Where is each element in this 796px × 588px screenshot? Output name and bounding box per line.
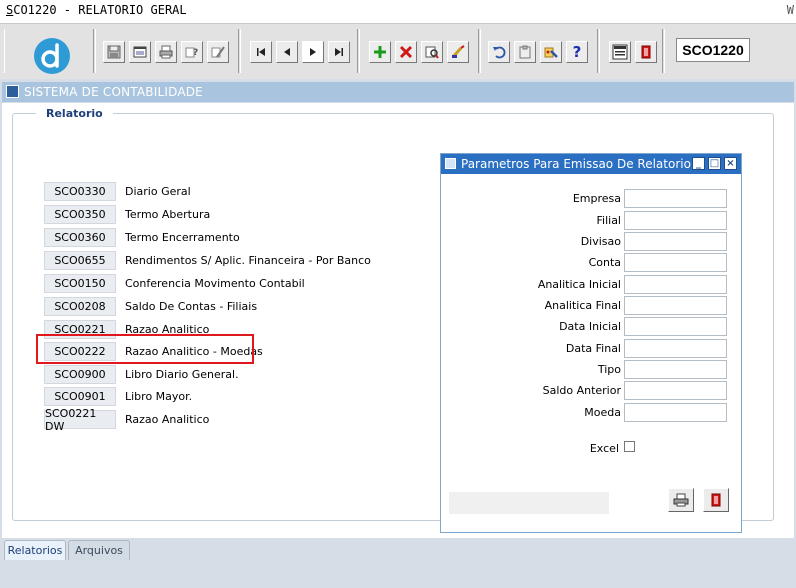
toolbar-group-navigation <box>240 29 358 73</box>
svg-text:?: ? <box>193 48 198 58</box>
dialog-footer-bar <box>449 492 609 514</box>
report-label: Libro Mayor. <box>125 390 193 403</box>
report-button[interactable]: SCO0350 <box>44 205 116 224</box>
parameter-input[interactable] <box>624 360 727 379</box>
report-button[interactable]: SCO0901 <box>44 387 116 406</box>
maximize-icon[interactable]: □ <box>708 157 721 170</box>
query-record-icon[interactable] <box>421 41 443 63</box>
main-toolbar: ? ? SCO1220 <box>0 23 796 80</box>
parameters-dialog: Parametros Para Emissao De Relatorio _ □… <box>440 153 742 533</box>
report-label: Diario Geral <box>125 185 191 198</box>
report-label: Termo Abertura <box>125 208 211 221</box>
save-icon[interactable] <box>103 41 125 63</box>
report-button[interactable]: SCO0150 <box>44 274 116 293</box>
report-button[interactable]: SCO0900 <box>44 365 116 384</box>
parameter-label: Moeda <box>584 406 621 419</box>
parameter-label: Filial <box>596 214 622 227</box>
parameter-input[interactable] <box>624 253 727 272</box>
report-button[interactable]: SCO0221 DW <box>44 407 116 433</box>
parameter-label: Analitica Inicial <box>537 278 621 291</box>
parameter-input[interactable] <box>624 381 727 400</box>
window-titlebar: SCO1220 - RELATORIO GERAL W <box>0 0 796 22</box>
dialog-titlebar[interactable]: Parametros Para Emissao De Relatorio _ □… <box>441 154 741 174</box>
toolbar-group-exit <box>599 29 663 73</box>
tab-strip: Relatorios Arquivos <box>0 539 796 561</box>
parameter-label: Empresa <box>572 192 621 205</box>
prev-record-icon[interactable] <box>276 41 298 63</box>
toolbar-group-edit: ? <box>480 29 598 73</box>
undo-icon[interactable] <box>488 41 510 63</box>
delete-record-icon[interactable] <box>395 41 417 63</box>
app-window-title: SISTEMA DE CONTABILIDADE <box>24 85 203 99</box>
parameter-input[interactable] <box>624 211 727 230</box>
menu-icon[interactable] <box>609 41 631 63</box>
exit-icon[interactable] <box>635 41 657 63</box>
parameter-input[interactable] <box>624 317 727 336</box>
report-frame-label: Relatorio <box>36 107 113 120</box>
main-panel: Relatorio SCO0330 Diario Geral SCO0350 Term… <box>2 103 794 538</box>
help-query-icon[interactable]: ? <box>181 41 203 63</box>
app-logo <box>33 37 71 75</box>
tab-arquivos[interactable]: Arquivos <box>68 540 130 560</box>
print-report-button[interactable] <box>668 488 694 512</box>
excel-label: Excel <box>589 442 619 455</box>
report-label: Termo Encerramento <box>125 231 240 244</box>
tools-icon[interactable] <box>540 41 562 63</box>
report-button[interactable]: SCO0208 <box>44 297 116 316</box>
last-record-icon[interactable] <box>328 41 350 63</box>
help-icon[interactable]: ? <box>566 41 588 63</box>
parameter-input[interactable] <box>624 339 727 358</box>
paste-icon[interactable] <box>514 41 536 63</box>
report-label: Libro Diario General. <box>125 368 239 381</box>
report-label: Conferencia Movimento Contabil <box>125 277 305 290</box>
window-title-right-fragment: W <box>786 3 794 17</box>
window-icon[interactable] <box>129 41 151 63</box>
report-button[interactable]: SCO0360 <box>44 228 116 247</box>
parameter-input[interactable] <box>624 275 727 294</box>
app-window-titlebar: SISTEMA DE CONTABILIDADE <box>2 82 794 102</box>
edit-query-icon[interactable] <box>207 41 229 63</box>
toolbar-group-file: ? <box>95 29 239 73</box>
first-record-icon[interactable] <box>250 41 272 63</box>
print-icon[interactable] <box>155 41 177 63</box>
parameter-label: Analitica Final <box>544 299 621 312</box>
report-label: Razao Analitico <box>125 413 210 426</box>
insert-record-icon[interactable] <box>369 41 391 63</box>
report-label: Rendimentos S/ Aplic. Financeira - Por B… <box>125 254 371 267</box>
parameter-label: Saldo Anterior <box>542 384 621 397</box>
window-title: SCO1220 - RELATORIO GERAL <box>6 3 187 17</box>
window-menu-icon[interactable] <box>6 85 19 98</box>
parameter-input[interactable] <box>624 232 727 251</box>
toolbar-group-logo <box>4 29 94 75</box>
parameter-input[interactable] <box>624 296 727 315</box>
minimize-icon[interactable]: _ <box>692 157 705 170</box>
close-icon[interactable]: × <box>724 157 737 170</box>
selection-highlight <box>36 334 254 364</box>
report-button[interactable]: SCO0330 <box>44 182 116 201</box>
form-code-box: SCO1220 <box>676 38 750 62</box>
exit-dialog-button[interactable] <box>703 488 729 512</box>
door-exit-icon <box>711 493 721 507</box>
parameter-label: Tipo <box>597 363 621 376</box>
parameter-label: Conta <box>588 256 621 269</box>
parameter-label: Data Final <box>565 342 621 355</box>
dialog-window-icon <box>445 158 456 169</box>
parameter-label: Data Inicial <box>559 320 621 333</box>
parameter-input[interactable] <box>624 403 727 422</box>
clear-record-icon[interactable] <box>447 41 469 63</box>
work-area: SISTEMA DE CONTABILIDADE Relatorio SCO03… <box>0 79 796 588</box>
printer-icon <box>673 493 689 507</box>
parameter-label: Divisao <box>580 235 621 248</box>
parameter-input[interactable] <box>624 189 727 208</box>
next-record-icon[interactable] <box>302 41 324 63</box>
report-label: Saldo De Contas - Filiais <box>125 300 258 313</box>
dialog-title: Parametros Para Emissao De Relatorio <box>461 157 691 171</box>
toolbar-group-records <box>359 29 479 73</box>
report-button[interactable]: SCO0655 <box>44 251 116 270</box>
excel-checkbox[interactable] <box>624 441 635 452</box>
tab-relatorios[interactable]: Relatorios <box>4 540 66 560</box>
